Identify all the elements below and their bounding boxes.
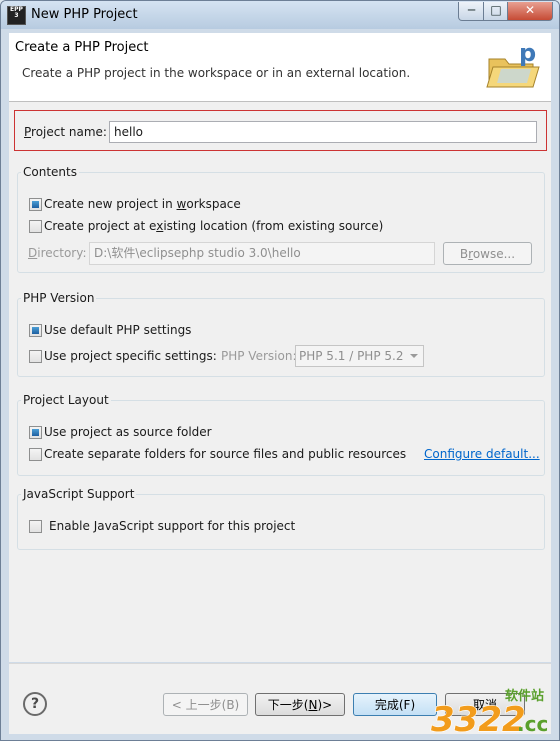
project-name-input[interactable]: hello [109, 121, 537, 143]
php-project-folder-icon: p [486, 39, 540, 88]
back-button[interactable]: < 上一步(B) [163, 693, 248, 716]
create-new-project-mnemonic: w [176, 197, 187, 211]
configure-default-link[interactable]: Configure default... [424, 447, 540, 461]
next-button[interactable]: 下一步(N)> [255, 693, 345, 716]
directory-input[interactable]: D:\软件\eclipsephp studio 3.0\hello [89, 242, 435, 265]
app-icon: EPP 3 [7, 6, 26, 25]
source-folder-label[interactable]: Use project as source folder [44, 425, 212, 439]
site-watermark: 软件站 3322 .cc [430, 688, 548, 740]
php-version-group [17, 298, 545, 377]
project-name-mnemonic: P [24, 125, 32, 139]
project-name-label: Project name: [24, 125, 107, 139]
dialog-window: EPP 3 New PHP Project ─ □ ✕ Create a PHP … [0, 0, 560, 741]
existing-location-label[interactable]: Create project at existing location (fro… [44, 219, 383, 233]
directory-label-text: irectory: [37, 246, 87, 260]
maximize-button[interactable]: □ [483, 2, 509, 21]
browse-button[interactable]: Browse... [443, 242, 532, 265]
directory-label: Directory: [28, 246, 87, 260]
use-default-php-label[interactable]: Use default PHP settings [44, 323, 191, 337]
use-default-php-checkbox[interactable] [29, 324, 42, 337]
wizard-header: Create a PHP Project Create a PHP projec… [9, 33, 551, 102]
window-title: New PHP Project [31, 7, 138, 22]
chevron-down-icon [410, 354, 418, 358]
app-icon-sub: 3 [14, 12, 19, 19]
next-text-end: )> [317, 698, 333, 712]
minimize-button[interactable]: ─ [458, 2, 485, 21]
browse-text-end: owse... [472, 247, 516, 261]
create-new-project-checkbox[interactable] [29, 198, 42, 211]
close-button[interactable]: ✕ [507, 2, 553, 21]
page-description: Create a PHP project in the workspace or… [22, 66, 411, 80]
page-title: Create a PHP Project [15, 40, 149, 55]
directory-mnemonic: D [28, 246, 38, 260]
watermark-number: 3322 [431, 700, 526, 740]
create-new-project-text: Create new project in [44, 197, 177, 211]
create-new-project-label[interactable]: Create new project in workspace [44, 197, 241, 211]
use-specific-settings-checkbox[interactable] [29, 350, 42, 363]
svg-text:p: p [519, 39, 536, 67]
source-folder-checkbox[interactable] [29, 426, 42, 439]
separate-folders-label[interactable]: Create separate folders for source files… [44, 447, 406, 461]
existing-location-text-end: isting location (from existing source) [163, 219, 384, 233]
browse-text: B [459, 247, 469, 261]
enable-javascript-checkbox[interactable] [29, 520, 42, 533]
use-specific-settings-label[interactable]: Use project specific settings: [44, 349, 217, 363]
existing-location-text: Create project at e [44, 219, 157, 233]
enable-javascript-label[interactable]: Enable JavaScript support for this proje… [49, 519, 295, 533]
watermark-suffix: .cc [517, 712, 548, 736]
php-version-value: PHP 5.1 / PHP 5.2 [299, 349, 404, 363]
existing-location-checkbox[interactable] [29, 220, 42, 233]
create-new-project-text-end: orkspace [186, 197, 241, 211]
php-version-group-title: PHP Version [21, 291, 97, 305]
php-version-select[interactable]: PHP 5.1 / PHP 5.2 [295, 345, 424, 367]
project-name-label-text: roject name: [31, 125, 107, 139]
title-bar[interactable]: EPP 3 New PHP Project ─ □ ✕ [1, 1, 559, 29]
javascript-support-group-title: JavaScript Support [21, 487, 137, 501]
php-version-label: PHP Version: [221, 349, 297, 363]
separate-folders-checkbox[interactable] [29, 448, 42, 461]
next-text: 下一步( [267, 698, 309, 712]
project-layout-group-title: Project Layout [21, 393, 111, 407]
help-icon[interactable]: ? [23, 692, 47, 716]
contents-group-title: Contents [21, 165, 79, 179]
